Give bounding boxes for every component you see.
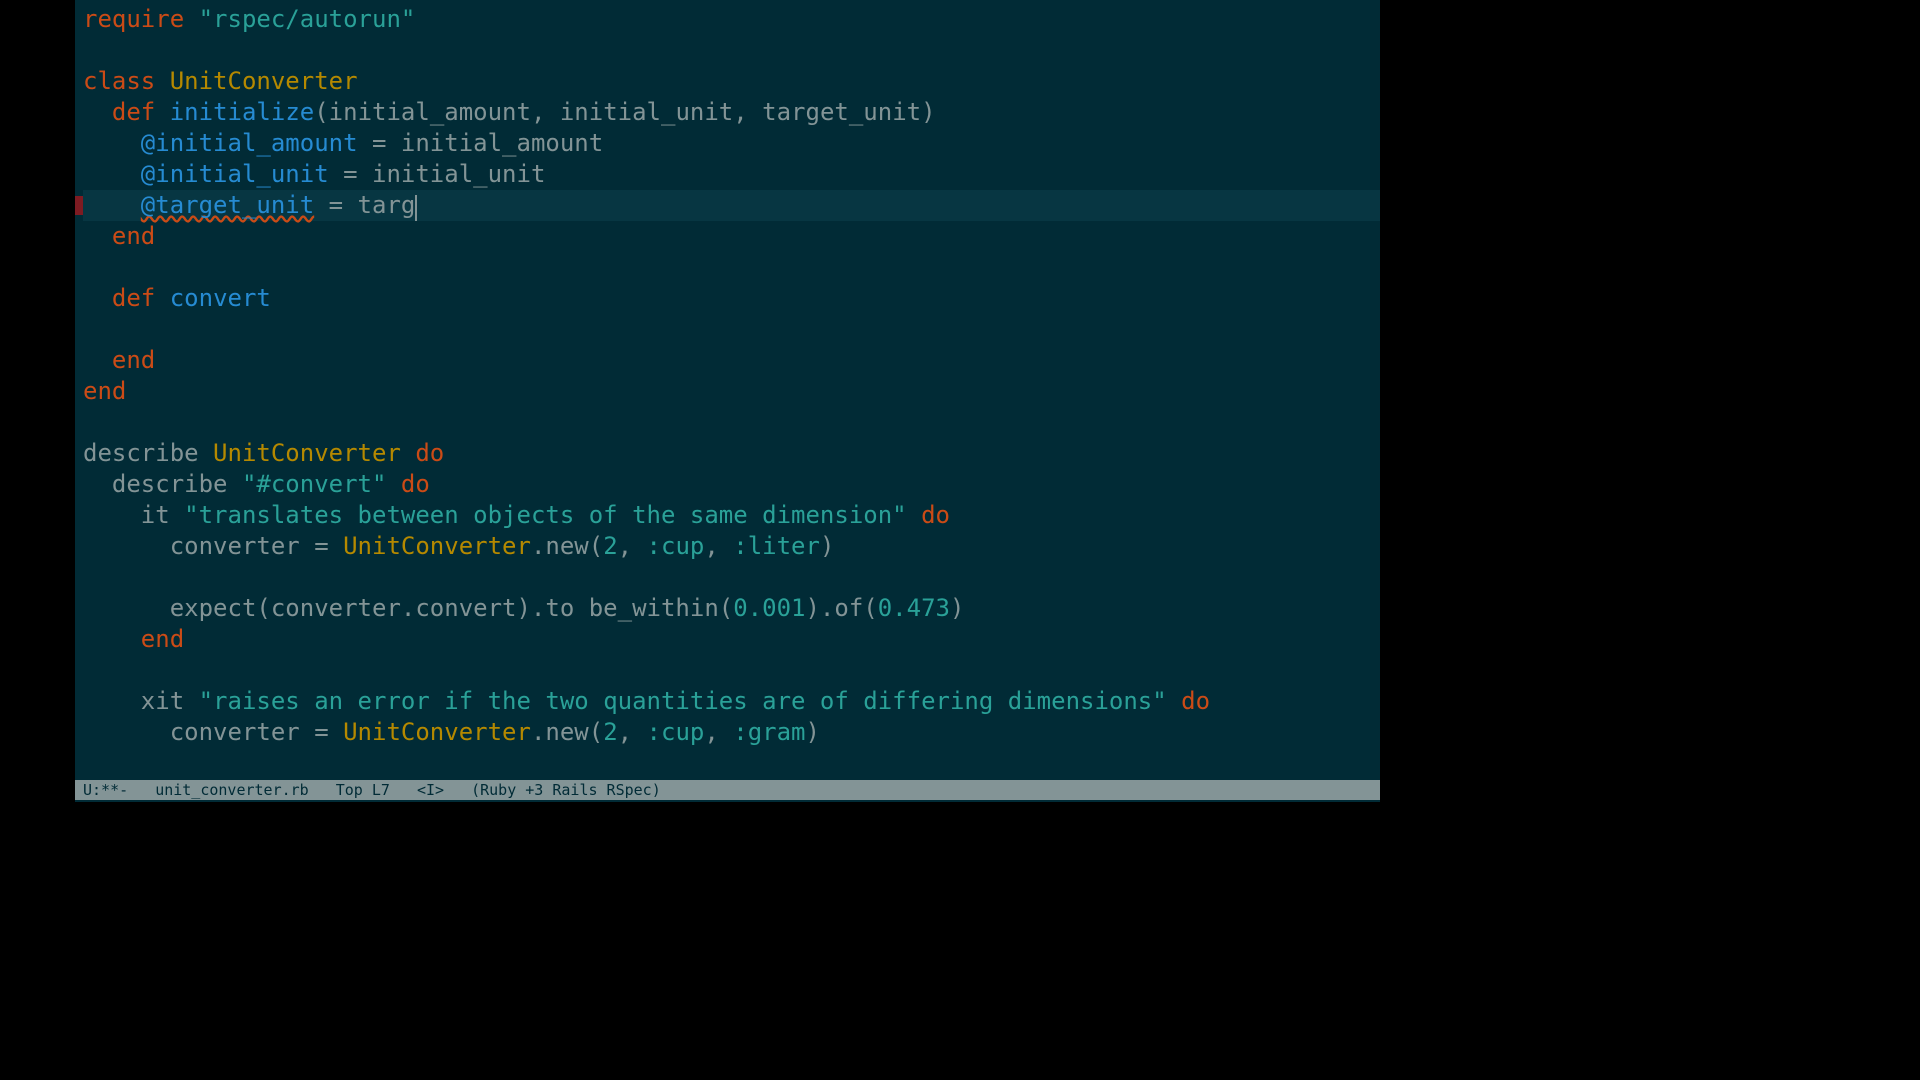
code-line[interactable]: expect(converter.convert).to be_within(0…	[83, 593, 1380, 624]
code-line[interactable]: require "rspec/autorun"	[83, 4, 1380, 35]
code-line[interactable]: it "translates between objects of the sa…	[83, 500, 1380, 531]
code-line[interactable]	[83, 252, 1380, 283]
code-line[interactable]	[83, 314, 1380, 345]
code-line[interactable]: @initial_unit = initial_unit	[83, 159, 1380, 190]
code-line[interactable]: @initial_amount = initial_amount	[83, 128, 1380, 159]
code-line[interactable]: xit "raises an error if the two quantiti…	[83, 686, 1380, 717]
gutter-error-marker	[75, 196, 83, 215]
code-line[interactable]	[83, 562, 1380, 593]
code-line[interactable]	[83, 655, 1380, 686]
editor-container: require "rspec/autorun" class UnitConver…	[75, 0, 1380, 802]
code-line[interactable]: def convert	[83, 283, 1380, 314]
gutter	[75, 0, 83, 802]
code-line[interactable]: def initialize(initial_amount, initial_u…	[83, 97, 1380, 128]
code-line[interactable]: end	[83, 624, 1380, 655]
status-position: Top L7	[336, 781, 390, 799]
code-line[interactable]: end	[83, 376, 1380, 407]
code-line[interactable]: @target_unit = targ	[83, 190, 1380, 221]
code-line[interactable]: class UnitConverter	[83, 66, 1380, 97]
statusbar: U:**- unit_converter.rb Top L7 <I> (Ruby…	[75, 780, 1380, 800]
status-modified: U:**-	[83, 781, 128, 799]
code-line[interactable]	[83, 407, 1380, 438]
code-line[interactable]: end	[83, 345, 1380, 376]
code-line[interactable]: converter = UnitConverter.new(2, :cup, :…	[83, 531, 1380, 562]
code-line[interactable]: converter = UnitConverter.new(2, :cup, :…	[83, 717, 1380, 748]
code-line[interactable]: describe "#convert" do	[83, 469, 1380, 500]
code-area[interactable]: require "rspec/autorun" class UnitConver…	[83, 4, 1380, 748]
status-modes: (Ruby +3 Rails RSpec)	[471, 781, 661, 799]
code-line[interactable]: end	[83, 221, 1380, 252]
status-mode: <I>	[417, 781, 444, 799]
status-filename: unit_converter.rb	[155, 781, 309, 799]
code-line[interactable]: describe UnitConverter do	[83, 438, 1380, 469]
code-line[interactable]	[83, 35, 1380, 66]
